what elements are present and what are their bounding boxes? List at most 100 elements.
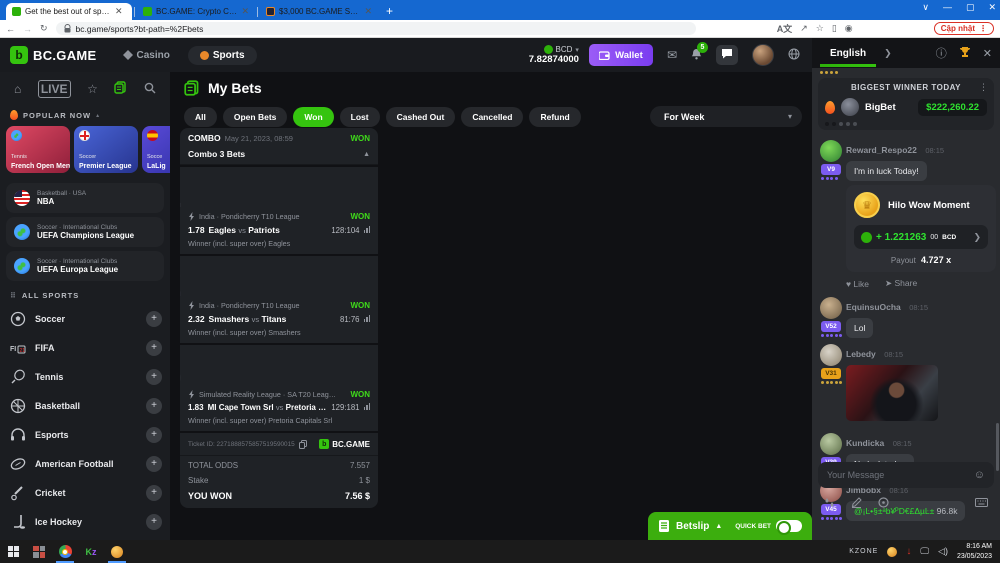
chevron-right-icon[interactable]: ❯ [884, 48, 892, 59]
chat-scrollbar[interactable] [996, 423, 999, 471]
nav-casino[interactable]: Casino [123, 50, 170, 61]
hilo-share-card[interactable]: Hilo Wow Moment + 1.221263 00 BCD ❯ Payo… [846, 185, 996, 272]
browser-tab[interactable]: $3,000 BC.GAME SPORTS PARLA ✕ [260, 3, 378, 20]
kebab-menu-icon[interactable]: ⋮ [979, 82, 988, 93]
tab-lost[interactable]: Lost [340, 107, 380, 127]
popular-card-laliga[interactable]: Socce LaLig [142, 126, 170, 173]
avatar[interactable] [820, 140, 842, 162]
expand-plus-button[interactable]: + [146, 311, 162, 327]
tab-close-icon[interactable]: ✕ [241, 6, 249, 17]
sidebar-item-cricket[interactable]: Cricket + [0, 478, 170, 507]
minimize-button[interactable]: — [943, 2, 952, 13]
user-avatar[interactable] [752, 44, 774, 66]
home-icon[interactable]: ⌂ [14, 82, 21, 96]
info-icon[interactable]: ⓘ [936, 45, 947, 61]
hilo-amount-row[interactable]: + 1.221263 00 BCD ❯ [854, 225, 988, 249]
maximize-button[interactable]: ▢ [966, 2, 975, 13]
translate-icon[interactable]: A文 [777, 22, 793, 35]
sidebar-item-basketball[interactable]: Basketball + [0, 391, 170, 420]
expand-plus-button[interactable]: + [146, 514, 162, 530]
share-button[interactable]: ➤ Share [885, 278, 917, 289]
keyboard-icon[interactable] [975, 498, 988, 510]
tab-search-icon[interactable]: ∨ [922, 2, 929, 13]
chat-gif[interactable] [846, 365, 938, 421]
sidebar-item-ice-hockey[interactable]: Ice Hockey + [0, 507, 170, 536]
avatar[interactable] [820, 297, 842, 319]
tab-close-icon[interactable]: ✕ [364, 6, 372, 17]
expand-plus-button[interactable]: + [146, 456, 162, 472]
expand-plus-button[interactable]: + [146, 340, 162, 356]
expand-plus-button[interactable]: + [146, 427, 162, 443]
stats-icon[interactable] [364, 403, 371, 410]
browser-menu-icon[interactable]: ⋮ [979, 24, 987, 33]
sidebar-item-american-football[interactable]: American Football + [0, 449, 170, 478]
kz-app-icon[interactable]: Kz [78, 540, 104, 563]
draw-icon[interactable] [851, 497, 862, 511]
league-item-uel[interactable]: Soccer · International Clubs UEFA Europa… [6, 251, 164, 281]
tab-refund[interactable]: Refund [529, 107, 580, 127]
chat-toggle-icon[interactable] [716, 45, 738, 65]
coin-app-icon[interactable] [104, 540, 130, 563]
url-bar[interactable]: bc.game/sports?bt-path=%2Fbets [56, 22, 696, 35]
betslip-bar[interactable]: Betslip ▲ QUICK BET [648, 512, 812, 540]
share-icon[interactable]: ↗ [800, 23, 808, 34]
tab-cashed-out[interactable]: Cashed Out [386, 107, 456, 127]
chrome-taskbar-icon[interactable] [52, 540, 78, 563]
start-button[interactable] [0, 540, 26, 563]
bcgame-logo[interactable]: b BC.GAME [10, 46, 97, 64]
taskbar-app-icon[interactable] [26, 540, 52, 563]
tab-all[interactable]: All [184, 107, 217, 127]
winner-row[interactable]: BigBet $222,260.22 [825, 98, 987, 116]
popular-card-french-open[interactable]: Tennis French Open Men [6, 126, 70, 173]
search-icon[interactable] [144, 82, 156, 97]
stats-icon[interactable] [364, 315, 371, 322]
my-bets-icon[interactable] [114, 81, 127, 97]
live-icon[interactable]: LIVE [38, 80, 71, 98]
close-button[interactable]: ✕ [988, 2, 996, 13]
wallet-button[interactable]: Wallet [589, 44, 653, 66]
messages-icon[interactable]: ✉ [667, 48, 677, 62]
message-username[interactable]: Reward_Respo22 [846, 145, 917, 155]
message-username[interactable]: Lebedy [846, 349, 876, 359]
expand-plus-button[interactable]: + [146, 398, 162, 414]
rain-icon[interactable] [824, 497, 835, 511]
carousel-dots[interactable] [825, 122, 987, 126]
network-icon[interactable]: 🖵 [920, 546, 929, 557]
league-item-nba[interactable]: Basketball · USA NBA [6, 183, 164, 213]
stats-icon[interactable] [364, 226, 371, 233]
popular-now-header[interactable]: POPULAR NOW ▴ [0, 104, 170, 124]
dice-icon[interactable] [878, 497, 889, 511]
quick-bet-toggle[interactable] [776, 520, 802, 532]
balance-display[interactable]: BCD ▾ 7.82874000 [529, 45, 579, 65]
side-panel-icon[interactable]: ▯ [832, 23, 837, 34]
tab-won[interactable]: Won [293, 107, 333, 127]
emoji-icon[interactable]: ☺ [974, 469, 985, 481]
profile-icon[interactable]: ◉ [845, 23, 853, 34]
trophy-icon[interactable] [959, 46, 971, 61]
close-icon[interactable]: ✕ [983, 47, 992, 60]
popular-card-premier-league[interactable]: Soccer Premier League [74, 126, 138, 173]
volume-icon[interactable]: ◁) [938, 546, 948, 557]
period-dropdown[interactable]: For Week ▾ [650, 106, 802, 127]
refresh-icon[interactable]: ↻ [40, 23, 48, 34]
copy-icon[interactable] [299, 440, 307, 449]
bookmark-star-icon[interactable]: ☆ [816, 23, 824, 34]
combo-toggle[interactable]: Combo 3 Bets ▲ [180, 146, 378, 165]
expand-plus-button[interactable]: + [146, 485, 162, 501]
taskbar-clock[interactable]: 8:16 AM 23/05/2023 [957, 542, 992, 560]
tab-close-icon[interactable]: ✕ [115, 6, 123, 17]
expand-plus-button[interactable]: + [146, 369, 162, 385]
new-tab-button[interactable]: + [386, 4, 393, 18]
message-username[interactable]: EquinsuOcha [846, 302, 901, 312]
tab-cancelled[interactable]: Cancelled [461, 107, 523, 127]
browser-tab-active[interactable]: Get the best out of sports bettin ✕ [6, 3, 132, 20]
avatar[interactable] [820, 433, 842, 455]
nav-sports[interactable]: Sports [188, 46, 257, 65]
favorites-star-icon[interactable]: ☆ [87, 82, 98, 96]
tray-coin-icon[interactable] [887, 547, 897, 557]
notifications-bell-icon[interactable]: 5 [691, 48, 702, 63]
chat-language-tab[interactable]: English [820, 40, 876, 67]
tab-open-bets[interactable]: Open Bets [223, 107, 288, 127]
avatar[interactable] [820, 344, 842, 366]
tray-download-icon[interactable]: ↓ [906, 546, 911, 557]
